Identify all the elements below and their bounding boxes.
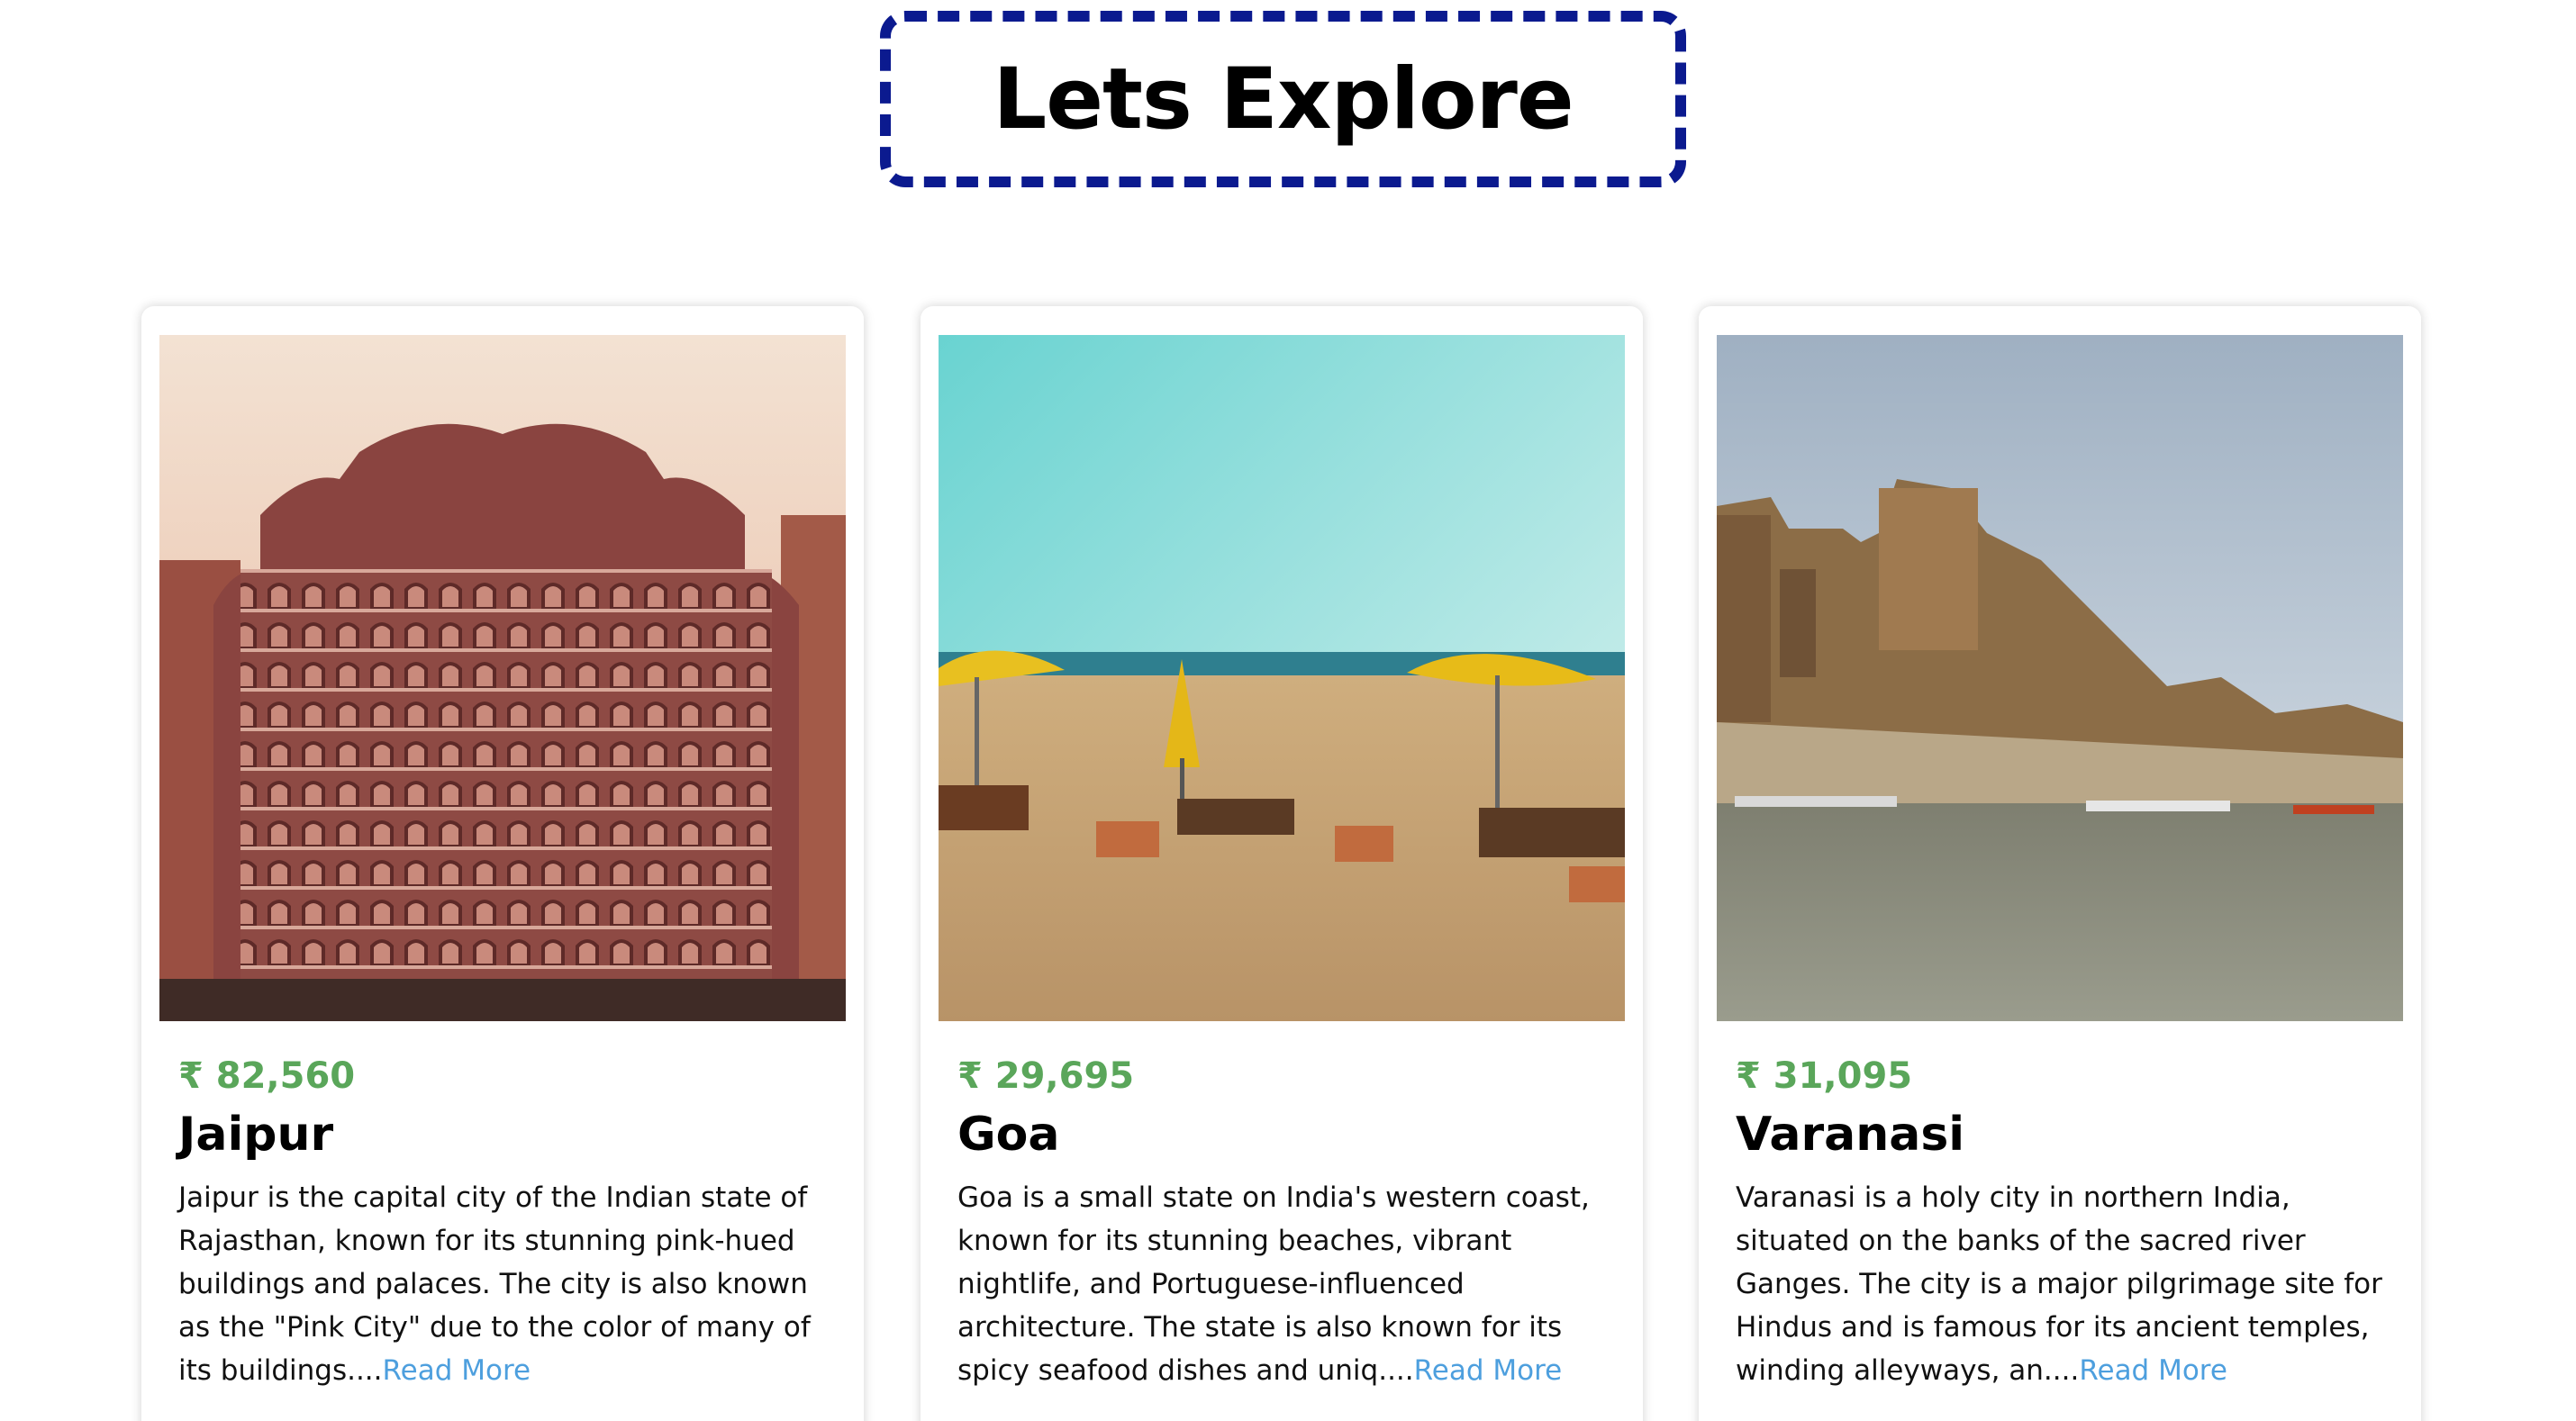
description: Varanasi is a holy city in northern Indi…: [1736, 1176, 2393, 1392]
city-name: Varanasi: [1736, 1108, 1965, 1162]
read-more-link[interactable]: Read More: [2079, 1354, 2227, 1387]
city-name: Jaipur: [178, 1108, 334, 1162]
read-more-link[interactable]: Read More: [1414, 1354, 1563, 1387]
destination-card-jaipur: ₹ 82,560 Jaipur Jaipur is the capital ci…: [141, 306, 864, 1421]
varanasi-photo: [1717, 335, 2403, 1021]
description: Goa is a small state on India's western …: [957, 1176, 1615, 1392]
description-text: Varanasi is a holy city in northern Indi…: [1736, 1181, 2382, 1387]
destination-card-goa: ₹ 29,695 Goa Goa is a small state on Ind…: [921, 306, 1643, 1421]
price: ₹ 31,095: [1736, 1055, 1913, 1097]
jaipur-photo: [159, 335, 846, 1021]
description: Jaipur is the capital city of the Indian…: [178, 1176, 836, 1392]
title-banner: Lets Explore: [880, 11, 1686, 187]
page: Lets Explore ₹ 82,560 Jaipur Jaipur is t…: [0, 0, 2576, 1421]
goa-photo: [939, 335, 1625, 1021]
city-name: Goa: [957, 1108, 1060, 1162]
page-title: Lets Explore: [993, 50, 1574, 149]
destination-card-varanasi: ₹ 31,095 Varanasi Varanasi is a holy cit…: [1699, 306, 2421, 1421]
price: ₹ 82,560: [178, 1055, 356, 1097]
read-more-link[interactable]: Read More: [383, 1354, 531, 1387]
price: ₹ 29,695: [957, 1055, 1135, 1097]
